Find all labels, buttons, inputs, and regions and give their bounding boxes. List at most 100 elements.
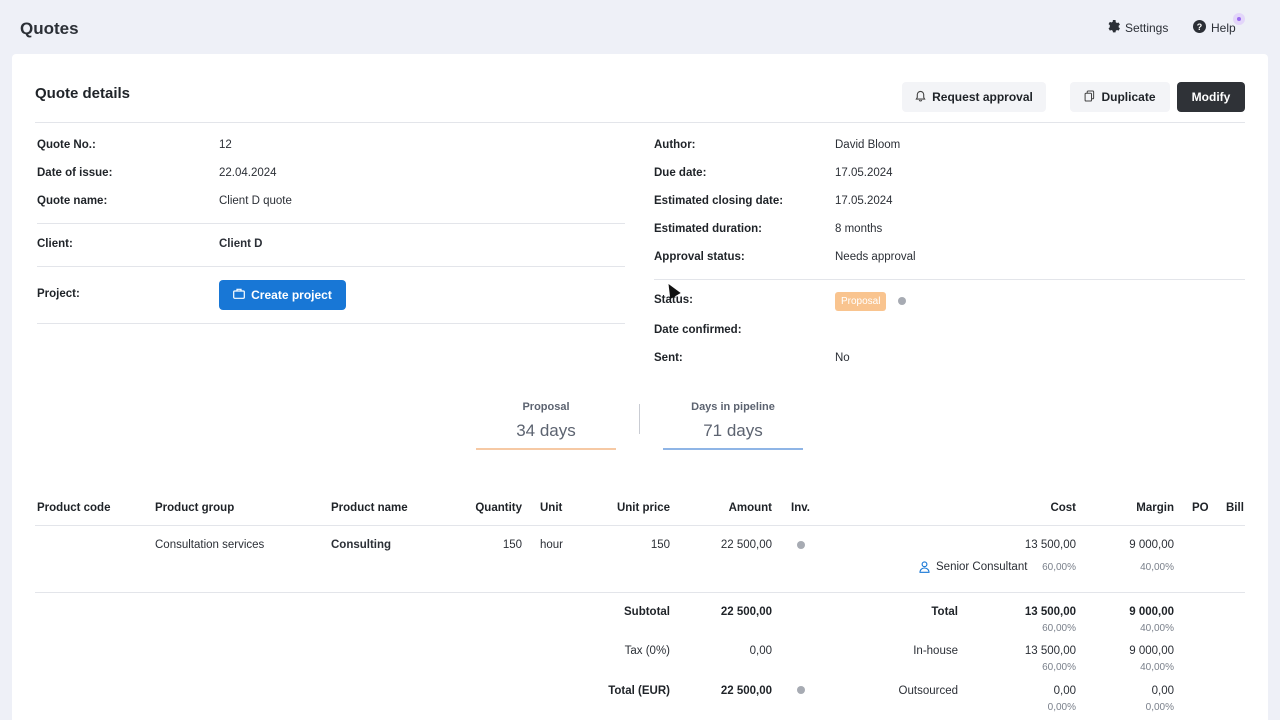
outsourced-margin: 0,00 — [1151, 685, 1174, 697]
proposal-stat-bar — [476, 448, 616, 450]
help-link[interactable]: ? Help — [1193, 20, 1236, 36]
svg-text:?: ? — [1197, 22, 1202, 32]
total-label: Total (EUR) — [608, 685, 670, 697]
author-value: David Bloom — [835, 139, 901, 151]
quote-no-value: 12 — [219, 139, 232, 151]
cell-margin-pct: 40,00% — [1140, 562, 1174, 573]
table-header-divider — [35, 525, 1245, 526]
outsourced-label: Outsourced — [898, 685, 958, 697]
total-cost-pct: 60,00% — [1042, 623, 1076, 634]
divider — [37, 223, 625, 224]
divider — [654, 279, 1245, 280]
cell-cost-pct: 60,00% — [1042, 562, 1076, 573]
due-date-label: Due date: — [654, 167, 707, 179]
table-divider — [35, 592, 1245, 593]
top-bar: Quotes Settings ? Help — [0, 0, 1280, 54]
client-value[interactable]: Client D — [219, 238, 262, 250]
status-dot — [898, 297, 906, 305]
sent-value: No — [835, 352, 850, 364]
duration-value: 8 months — [835, 223, 883, 235]
col-margin: Margin — [1136, 502, 1174, 514]
cell-product-name: Consulting — [331, 539, 392, 551]
inhouse-cost-pct: 60,00% — [1042, 662, 1076, 673]
col-po: PO — [1192, 502, 1209, 514]
help-label: Help — [1211, 21, 1236, 35]
help-icon: ? — [1193, 20, 1206, 36]
pipeline-stat-label: Days in pipeline — [691, 401, 775, 413]
inhouse-margin: 9 000,00 — [1129, 645, 1174, 657]
total-cost-label: Total — [931, 606, 958, 618]
pipeline-stat-bar — [663, 448, 803, 450]
col-unit: Unit — [540, 502, 563, 514]
cell-quantity: 150 — [502, 539, 522, 551]
inhouse-margin-pct: 40,00% — [1140, 662, 1174, 673]
inv-dot — [797, 541, 805, 549]
quote-name-value: Client D quote — [219, 195, 292, 207]
user-icon — [919, 561, 930, 576]
stat-divider — [639, 404, 640, 434]
total-cost-value: 13 500,00 — [1024, 606, 1076, 618]
quote-card: Quote details Request approval Duplicate… — [12, 54, 1268, 720]
col-cost: Cost — [1050, 502, 1076, 514]
col-unit-price: Unit price — [616, 502, 670, 514]
col-bill: Bill — [1226, 502, 1244, 514]
total-margin-value: 9 000,00 — [1129, 606, 1174, 618]
request-approval-button[interactable]: Request approval — [902, 82, 1046, 112]
closing-date-value: 17.05.2024 — [835, 195, 893, 207]
proposal-stat-value: 34 days — [516, 421, 576, 440]
inhouse-cost: 13 500,00 — [1024, 645, 1076, 657]
briefcase-icon — [233, 288, 246, 302]
approval-status-value: Needs approval — [835, 251, 916, 263]
subtotal-label: Subtotal — [624, 606, 670, 618]
col-product-code: Product code — [37, 502, 111, 514]
total-margin-pct: 40,00% — [1140, 623, 1174, 634]
col-amount: Amount — [728, 502, 772, 514]
subtotal-value: 22 500,00 — [720, 606, 772, 618]
project-label: Project: — [37, 288, 80, 300]
tax-value: 0,00 — [749, 645, 772, 657]
resource-name[interactable]: Senior Consultant — [936, 561, 1027, 573]
client-label: Client: — [37, 238, 73, 250]
status-badge[interactable]: Proposal — [835, 292, 887, 311]
author-label: Author: — [654, 139, 696, 151]
divider — [37, 323, 625, 324]
gear-icon — [1107, 20, 1120, 36]
create-project-button[interactable]: Create project — [219, 280, 346, 310]
cell-product-group: Consultation services — [155, 539, 265, 551]
due-date-value: 17.05.2024 — [835, 167, 893, 179]
outsourced-cost: 0,00 — [1053, 685, 1076, 697]
outsourced-margin-pct: 0,00% — [1145, 702, 1174, 713]
col-product-group: Product group — [155, 502, 235, 514]
col-inv: Inv. — [791, 502, 810, 514]
settings-link[interactable]: Settings — [1107, 20, 1168, 36]
date-issue-label: Date of issue: — [37, 167, 113, 179]
duration-label: Estimated duration: — [654, 223, 762, 235]
quote-no-label: Quote No.: — [37, 139, 96, 151]
modify-button[interactable]: Modify — [1177, 82, 1245, 112]
col-quantity: Quantity — [475, 502, 522, 514]
col-product-name: Product name — [331, 502, 408, 514]
copy-icon — [1084, 89, 1095, 105]
outsourced-cost-pct: 0,00% — [1047, 702, 1076, 713]
cell-amount: 22 500,00 — [720, 539, 772, 551]
date-issue-value: 22.04.2024 — [219, 167, 277, 179]
sent-label: Sent: — [654, 352, 683, 364]
settings-label: Settings — [1125, 21, 1169, 35]
proposal-stat-label: Proposal — [522, 401, 570, 413]
cell-margin: 9 000,00 — [1129, 539, 1174, 551]
page-title: Quote details — [35, 85, 131, 102]
header-divider — [35, 122, 1245, 123]
inhouse-label: In-house — [913, 645, 958, 657]
tax-label: Tax (0%) — [624, 645, 670, 657]
bell-icon — [915, 90, 926, 105]
divider — [37, 266, 625, 267]
cell-unit-price: 150 — [650, 539, 670, 551]
notification-dot — [1233, 13, 1245, 25]
cell-cost: 13 500,00 — [1024, 539, 1076, 551]
total-inv-dot — [797, 686, 805, 694]
closing-date-label: Estimated closing date: — [654, 195, 784, 207]
total-value: 22 500,00 — [720, 685, 772, 697]
duplicate-button[interactable]: Duplicate — [1070, 82, 1170, 112]
cell-unit: hour — [540, 539, 564, 551]
date-confirmed-label: Date confirmed: — [654, 324, 742, 336]
